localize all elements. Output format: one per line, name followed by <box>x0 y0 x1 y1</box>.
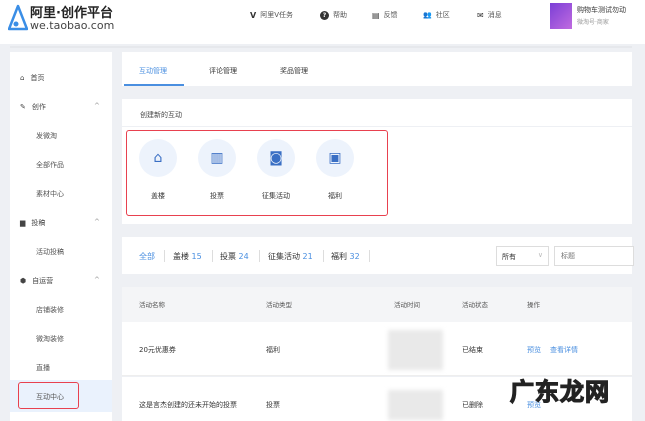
nav-community[interactable]: 👥 社区 <box>423 10 450 20</box>
filter-all[interactable]: 全部 <box>139 251 155 262</box>
divider <box>259 250 260 262</box>
count: 32 <box>349 252 360 261</box>
watermark: 广东龙网 <box>509 377 610 406</box>
nav-label: 反馈 <box>383 11 398 19</box>
th-actions: 操作 <box>527 301 540 309</box>
filter-building[interactable]: 盖楼 15 <box>173 251 202 262</box>
sidebar-item-submit[interactable]: ▆ 投稿 <box>20 218 45 228</box>
divider <box>369 250 370 262</box>
divider <box>164 250 165 262</box>
divider <box>10 46 632 48</box>
sidebar-item-materials[interactable]: 素材中心 <box>36 189 64 199</box>
redacted-time <box>388 330 443 370</box>
v-icon: V <box>250 10 257 20</box>
feedback-icon: ▤ <box>372 10 380 20</box>
sidebar-item-weitao-decor[interactable]: 微淘装修 <box>36 334 64 344</box>
user-sub: 微淘号·商家 <box>577 19 609 26</box>
avatar[interactable] <box>550 3 572 29</box>
th-name: 活动名称 <box>139 301 165 309</box>
nav-label: 阿里V任务 <box>260 11 293 19</box>
label: 征集活动 <box>268 252 300 261</box>
nav-help[interactable]: ? 帮助 <box>320 10 347 20</box>
pen-icon: ✎ <box>20 103 26 111</box>
nav-label: 帮助 <box>333 11 347 19</box>
nav-label: 社区 <box>435 11 450 19</box>
status-select[interactable]: 所有 ∨ <box>496 246 549 266</box>
count: 24 <box>238 252 249 261</box>
filter-vote[interactable]: 投票 24 <box>220 251 249 262</box>
logo-icon <box>8 4 28 31</box>
th-type: 活动类型 <box>266 301 292 309</box>
sidebar-item-create[interactable]: ✎ 创作 <box>20 102 46 112</box>
select-value: 所有 <box>502 253 516 261</box>
cell-status: 已删除 <box>462 401 483 409</box>
sidebar-item-post[interactable]: 发微淘 <box>36 131 57 141</box>
cell-type: 福利 <box>266 346 280 354</box>
document-icon: ▆ <box>20 219 26 227</box>
preview-link[interactable]: 预览 <box>527 345 541 355</box>
label: 创作 <box>31 103 46 111</box>
divider <box>323 250 324 262</box>
help-icon: ? <box>320 10 329 20</box>
sidebar-item-works[interactable]: 全部作品 <box>36 160 64 170</box>
tab-prize-manage[interactable]: 奖品管理 <box>280 66 308 76</box>
sidebar-item-self-operation[interactable]: ⬢ 自运营 <box>20 276 53 286</box>
details-link[interactable]: 查看详情 <box>550 345 578 355</box>
cell-name: 20元优惠券 <box>139 346 176 354</box>
th-status: 活动状态 <box>462 301 488 309</box>
divider <box>212 250 213 262</box>
user-name: 购物车测试勿动 <box>577 6 626 14</box>
tab-interaction-manage[interactable]: 互动管理 <box>139 66 167 76</box>
filter-welfare[interactable]: 福利 32 <box>331 251 360 262</box>
sidebar-item-live[interactable]: 直播 <box>36 363 50 373</box>
title-search-input[interactable] <box>554 246 634 266</box>
chevron-down-icon: ∨ <box>537 251 543 259</box>
redacted-time <box>388 390 443 420</box>
message-icon: ✉ <box>477 10 484 20</box>
label: 投票 <box>220 252 236 261</box>
sidebar-item-home[interactable]: ⌂ 首页 <box>20 73 44 83</box>
nav-label: 消息 <box>487 11 502 19</box>
sidebar-item-shop-decor[interactable]: 店铺装修 <box>36 305 64 315</box>
nav-feedback[interactable]: ▤ 反馈 <box>372 10 398 20</box>
th-time: 活动时间 <box>394 301 420 309</box>
cell-status: 已结束 <box>462 346 483 354</box>
label: 自运营 <box>32 277 54 285</box>
chevron-up-icon[interactable]: ^ <box>94 102 100 110</box>
nav-v-task[interactable]: V 阿里V任务 <box>250 10 293 20</box>
highlight-box <box>18 382 79 409</box>
label: 投稿 <box>31 219 46 227</box>
count: 15 <box>191 252 202 261</box>
cell-type: 投票 <box>266 401 280 409</box>
logo-domain: we.taobao.com <box>30 19 115 32</box>
chevron-up-icon[interactable]: ^ <box>94 218 100 226</box>
cell-name: 这是言杰创建的还未开始的投票 <box>139 401 237 409</box>
chevron-up-icon[interactable]: ^ <box>94 276 100 284</box>
table-header <box>122 287 632 322</box>
count: 21 <box>302 252 313 261</box>
label: 福利 <box>331 252 347 261</box>
tab-comment-manage[interactable]: 评论管理 <box>209 66 237 76</box>
filter-collect[interactable]: 征集活动 21 <box>268 251 313 262</box>
sidebar-item-activity-submit[interactable]: 活动投稿 <box>36 247 64 257</box>
create-title: 创建新的互动 <box>140 111 182 119</box>
label: 首页 <box>30 74 45 82</box>
box-icon: ⬢ <box>20 277 27 285</box>
nav-message[interactable]: ✉ 消息 <box>477 10 502 20</box>
create-header <box>122 99 632 126</box>
community-icon: 👥 <box>423 11 432 19</box>
highlight-box <box>126 130 388 216</box>
tab-underline <box>124 84 184 86</box>
home-icon: ⌂ <box>20 74 25 82</box>
tab-bar <box>122 52 632 86</box>
label: 盖楼 <box>173 252 189 261</box>
